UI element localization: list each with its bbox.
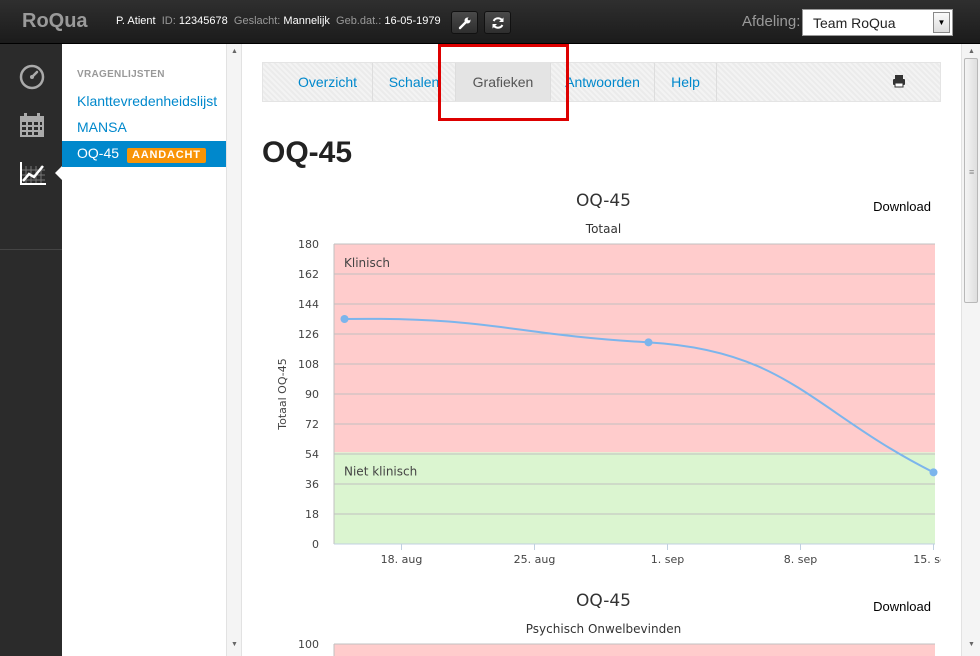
icon-divider — [0, 249, 62, 250]
nav-scrollbar[interactable]: ▲ ▼ — [226, 44, 242, 656]
nav-item-mansa[interactable]: MANSA — [62, 115, 226, 141]
dob-value: 16-05-1979 — [384, 15, 441, 27]
scroll-down-arrow-icon[interactable]: ▼ — [964, 641, 979, 648]
y-tick-label: 180 — [298, 238, 319, 251]
wrench-icon — [458, 17, 470, 30]
plot-band-label: Klinisch — [344, 256, 390, 270]
y-tick-label: 36 — [305, 478, 319, 491]
scroll-up-arrow-icon[interactable]: ▲ — [227, 48, 242, 55]
nav-item-label: MANSA — [77, 119, 127, 135]
page-scrollbar[interactable]: ▲ ≡ ▼ — [961, 44, 980, 656]
top-navbar: RoQua P. Atient ID: 12345678 Geslacht: M… — [0, 0, 980, 44]
questionnaire-nav: VRAGENLIJSTEN Klanttevredenheidslijst MA… — [62, 44, 226, 656]
gender-value: Mannelijk — [283, 15, 330, 27]
scroll-down-arrow-icon[interactable]: ▼ — [227, 641, 242, 648]
x-tick-label: 15. sep — [913, 553, 941, 566]
y-tick-label: 100 — [298, 638, 319, 651]
y-tick-label: 162 — [298, 268, 319, 281]
department-select[interactable]: Team RoQua ▼ — [802, 9, 953, 36]
nav-header: VRAGENLIJSTEN — [77, 69, 165, 80]
attention-badge: AANDACHT — [127, 148, 206, 163]
icon-sidebar — [0, 44, 62, 656]
nav-item-klanttevredenheidslijst[interactable]: Klanttevredenheidslijst — [62, 89, 226, 115]
y-tick-label: 18 — [305, 508, 319, 521]
chart-svg: Klinisch Niet klinisch 0 18 36 54 72 90 108 126 14… — [276, 238, 941, 566]
x-tick-label: 25. aug — [514, 553, 556, 566]
x-tick-label: 1. sep — [651, 553, 684, 566]
data-point — [644, 338, 653, 347]
patient-id-label: ID: — [161, 15, 176, 27]
y-axis-title: Totaal OQ-45 — [276, 358, 289, 431]
wrench-button[interactable] — [451, 11, 478, 34]
charts-button[interactable] — [0, 150, 62, 196]
nav-item-label: OQ-45 — [77, 145, 120, 161]
plot-band — [334, 644, 935, 656]
main-content: Overzicht Schalen Grafieken Antwoorden H… — [242, 44, 961, 656]
plot-band — [334, 452, 935, 544]
data-point — [340, 315, 349, 323]
tab-overzicht[interactable]: Overzicht — [283, 63, 373, 101]
tab-bar: Overzicht Schalen Grafieken Antwoorden H… — [262, 62, 941, 102]
y-tick-label: 144 — [298, 298, 319, 311]
dashboard-button[interactable] — [0, 54, 62, 100]
chevron-down-icon[interactable]: ▼ — [933, 12, 950, 33]
y-tick-label: 72 — [305, 418, 319, 431]
y-tick-label: 54 — [305, 448, 319, 461]
scroll-up-arrow-icon[interactable]: ▲ — [964, 48, 979, 55]
chart-svg: 100 — [298, 638, 935, 656]
y-tick-label: 126 — [298, 328, 319, 341]
print-button[interactable] — [892, 74, 906, 93]
tab-highlight-annotation — [438, 44, 569, 121]
patient-info: P. Atient ID: 12345678 Geslacht: Manneli… — [116, 15, 441, 27]
refresh-button[interactable] — [484, 11, 511, 34]
plot-band-label: Niet klinisch — [344, 464, 417, 478]
calendar-button[interactable] — [0, 102, 62, 148]
y-tick-label: 108 — [298, 358, 319, 371]
y-tick-label: 90 — [305, 388, 319, 401]
page-title: OQ-45 — [262, 136, 353, 169]
refresh-icon — [492, 17, 503, 29]
tab-help[interactable]: Help — [655, 63, 717, 101]
patient-id-value: 12345678 — [178, 15, 228, 27]
scrollbar-thumb[interactable]: ≡ — [964, 58, 978, 303]
nav-item-label: Klanttevredenheidslijst — [77, 93, 218, 109]
data-point — [929, 468, 938, 477]
dob-label: Geb.dat.: — [336, 15, 382, 27]
brand-logo[interactable]: RoQua — [22, 10, 88, 33]
printer-icon — [893, 75, 905, 88]
department-label: Afdeling: — [742, 13, 801, 30]
dashboard-gauge-icon — [19, 64, 45, 90]
department-value: Team RoQua — [813, 15, 896, 31]
nav-item-oq45[interactable]: OQ-45 AANDACHT — [62, 141, 226, 167]
x-tick-label: 18. aug — [381, 553, 423, 566]
x-tick-label: 8. sep — [784, 553, 817, 566]
gender-label: Geslacht: — [233, 15, 281, 27]
chart-totaal: OQ-45 Totaal Download Klinisch Niet klini… — [262, 189, 941, 579]
line-chart-icon — [20, 162, 46, 185]
plot-band — [334, 244, 935, 453]
y-tick-label: 0 — [312, 538, 319, 551]
calendar-icon — [20, 113, 44, 137]
chart-psychisch-onwelbevinden: OQ-45 Psychisch Onwelbevinden Download 1… — [262, 589, 941, 656]
patient-name: P. Atient — [116, 15, 156, 27]
